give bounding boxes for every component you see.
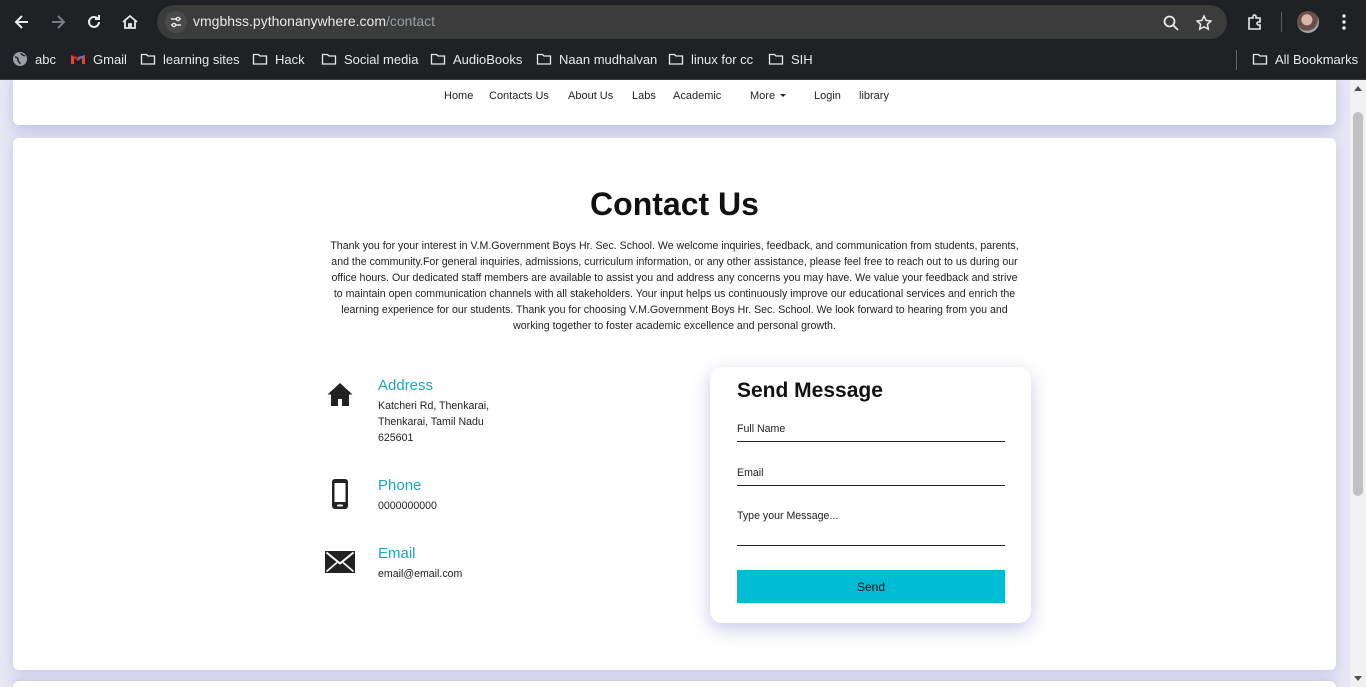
globe-icon	[13, 52, 27, 66]
folder-icon	[140, 53, 156, 65]
home-icon	[323, 377, 357, 411]
bookmark-hack[interactable]: Hack	[252, 44, 305, 74]
folder-icon	[536, 53, 552, 65]
full-name-input[interactable]: Full Name	[737, 423, 1005, 442]
bookmark-audiobooks[interactable]: AudioBooks	[430, 44, 522, 74]
puzzle-icon	[1248, 14, 1261, 30]
scroll-down-arrow-icon[interactable]	[1354, 676, 1362, 681]
folder-icon	[668, 53, 684, 65]
profile-avatar[interactable]	[1297, 11, 1319, 33]
bookmark-naan-mudhalvan[interactable]: Naan mudhalvan	[536, 44, 657, 74]
bookmarks-divider	[1236, 50, 1237, 70]
email-title: Email	[378, 545, 416, 562]
forward-button[interactable]	[44, 8, 72, 36]
mobile-phone-icon	[323, 477, 357, 511]
nav-home[interactable]: Home	[444, 90, 473, 102]
address-line-1: Katcheri Rd, Thenkarai,	[378, 400, 490, 412]
nav-login[interactable]: Login	[814, 90, 841, 102]
extensions-button[interactable]	[1241, 8, 1269, 36]
address-bar[interactable]: vmgbhss.pythonanywhere.com/contact	[157, 5, 1227, 39]
phone-title: Phone	[378, 477, 422, 494]
page-viewport: Home Contacts Us About Us Labs Academic …	[0, 80, 1350, 687]
forward-arrow-icon	[52, 15, 66, 29]
url-path: /contact	[386, 13, 436, 29]
nav-more-dropdown[interactable]: More	[750, 90, 787, 102]
contact-section: Contact Us Thank you for your interest i…	[13, 138, 1336, 670]
bookmark-abc[interactable]: abc	[12, 44, 56, 74]
nav-labs[interactable]: Labs	[632, 90, 656, 102]
menu-button[interactable]	[1330, 8, 1358, 36]
url-host: vmgbhss.pythonanywhere.com	[193, 13, 386, 29]
zoom-icon[interactable]	[1160, 12, 1182, 34]
address-text: Katcheri Rd, Thenkarai, Thenkarai, Tamil…	[378, 398, 489, 446]
caret-down-icon	[780, 94, 787, 97]
nav-about-us[interactable]: About Us	[568, 90, 613, 102]
bookmark-label: abc	[35, 51, 56, 67]
bookmark-label: Social media	[344, 51, 419, 67]
nav-more-label: More	[750, 90, 776, 102]
bookmark-label: Hack	[275, 51, 305, 67]
reload-button[interactable]	[80, 8, 108, 36]
address-title: Address	[378, 377, 434, 394]
bookmark-linux-for-cc[interactable]: linux for cc	[668, 44, 753, 74]
address-line-3: 625601	[378, 432, 414, 444]
kebab-menu-icon	[1342, 14, 1346, 30]
nav-library[interactable]: library	[859, 90, 889, 102]
bookmark-label: AudioBooks	[453, 51, 523, 67]
bookmark-label: Naan mudhalvan	[559, 51, 658, 67]
folder-icon	[321, 53, 337, 65]
back-arrow-icon	[14, 15, 28, 29]
contact-intro: Thank you for your interest in V.M.Gover…	[330, 240, 1019, 332]
site-info-icon[interactable]	[165, 11, 187, 33]
bookmarks-bar: abc Gmail learning sites Hack Social med…	[0, 44, 1366, 80]
email-value: email@email.com	[378, 568, 463, 580]
url-text: vmgbhss.pythonanywhere.com/contact	[193, 13, 435, 29]
scroll-up-arrow-icon[interactable]	[1354, 86, 1362, 91]
home-button[interactable]	[116, 8, 144, 36]
bookmark-sih[interactable]: SIH	[768, 44, 813, 74]
bookmark-label: linux for cc	[691, 51, 754, 67]
send-button[interactable]: Send	[737, 570, 1005, 603]
home-icon	[122, 14, 138, 29]
bookmark-label: SIH	[791, 51, 813, 67]
bookmark-learning-sites[interactable]: learning sites	[140, 44, 240, 74]
site-navbar: Home Contacts Us About Us Labs Academic …	[13, 80, 1336, 125]
address-line-2: Thenkarai, Tamil Nadu	[378, 416, 484, 428]
bookmark-star-icon[interactable]	[1193, 12, 1215, 34]
form-title: Send Message	[737, 379, 883, 402]
toolbar-divider	[1281, 12, 1282, 32]
browser-toolbar: vmgbhss.pythonanywhere.com/contact	[0, 0, 1366, 44]
bookmark-label: Gmail	[93, 51, 127, 67]
next-section-edge	[13, 681, 1336, 687]
email-input[interactable]: Email	[737, 467, 1005, 486]
bookmark-label: learning sites	[163, 51, 240, 67]
all-bookmarks-label: All Bookmarks	[1275, 51, 1359, 67]
folder-icon	[1252, 53, 1268, 65]
bookmark-social-media[interactable]: Social media	[321, 44, 418, 74]
envelope-icon	[323, 545, 357, 579]
message-textarea[interactable]: Type your Message...	[737, 510, 1005, 546]
page-title: Contact Us	[590, 186, 759, 222]
send-message-form: Send Message Full Name Email Type your M…	[710, 367, 1031, 623]
reload-icon	[88, 15, 100, 28]
page-scrollbar[interactable]	[1350, 80, 1366, 687]
gmail-icon	[71, 55, 85, 64]
nav-academic[interactable]: Academic	[673, 90, 721, 102]
all-bookmarks-button[interactable]: All Bookmarks	[1252, 44, 1358, 74]
folder-icon	[430, 53, 446, 65]
nav-contacts-us[interactable]: Contacts Us	[489, 90, 549, 102]
phone-value: 0000000000	[378, 500, 437, 512]
folder-icon	[768, 53, 784, 65]
folder-icon	[252, 53, 268, 65]
bookmark-gmail[interactable]: Gmail	[70, 44, 127, 74]
back-button[interactable]	[8, 8, 36, 36]
scrollbar-thumb[interactable]	[1353, 112, 1363, 496]
